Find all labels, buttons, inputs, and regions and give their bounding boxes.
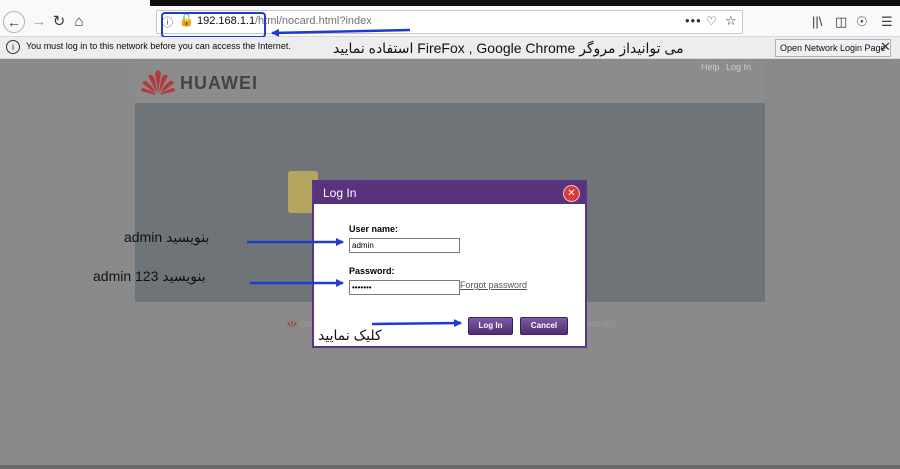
- help-link[interactable]: Help: [701, 62, 720, 72]
- click-annotation: کلیک نمایید: [318, 327, 382, 343]
- home-icon[interactable]: ⌂: [68, 10, 90, 32]
- login-dialog: Log In ✕ User name: Password: Forgot pas…: [312, 180, 587, 348]
- info-icon: i: [6, 40, 20, 54]
- cancel-button[interactable]: Cancel: [520, 317, 568, 335]
- open-network-login-button[interactable]: Open Network Login Page: [775, 39, 891, 57]
- username-label: User name:: [349, 224, 399, 234]
- login-link[interactable]: Log In: [726, 62, 751, 72]
- sidebar-icon[interactable]: ◫: [835, 14, 847, 30]
- dialog-header: Log In ✕: [314, 182, 585, 204]
- back-icon[interactable]: ←: [3, 11, 25, 33]
- password-annotation: بنویسید admin 123: [93, 268, 206, 284]
- username-input[interactable]: [349, 238, 460, 253]
- password-label: Password:: [349, 266, 395, 276]
- notification-text: You must log in to this network before y…: [26, 41, 291, 51]
- huawei-footer-logo-icon: [287, 321, 297, 328]
- browser-annotation: می توانیداز مروگر FireFox , Google Chrom…: [333, 40, 684, 56]
- dialog-title: Log In: [323, 186, 357, 200]
- url-highlight-box: [161, 12, 266, 38]
- account-icon[interactable]: ☉: [856, 14, 868, 30]
- forward-icon[interactable]: →: [28, 10, 50, 32]
- page-actions-icon[interactable]: •••: [685, 13, 702, 28]
- pocket-icon[interactable]: ♡: [706, 14, 717, 28]
- library-icon[interactable]: ||\: [812, 14, 822, 29]
- router-header: HUAWEI Help Log In: [135, 59, 765, 103]
- menu-icon[interactable]: ☰: [881, 14, 893, 30]
- brand-name: HUAWEI: [180, 73, 258, 93]
- bookmark-star-icon[interactable]: ☆: [725, 13, 737, 29]
- password-input[interactable]: [349, 280, 460, 295]
- huawei-logo-icon: [141, 70, 175, 95]
- close-icon[interactable]: ✕: [563, 185, 580, 202]
- username-annotation: بنویسید admin: [124, 229, 210, 245]
- reload-icon[interactable]: ↻: [48, 10, 70, 32]
- forgot-password-link[interactable]: Forgot password: [460, 280, 527, 290]
- taskbar-edge: [0, 465, 900, 469]
- close-icon[interactable]: ✕: [880, 39, 891, 55]
- footer-text-left: Co: [300, 319, 312, 329]
- login-button[interactable]: Log In: [468, 317, 513, 335]
- browser-toolbar: ← → ↻ ⌂ ⓘ 🔓 192.168.1.1 /html/nocard.htm…: [0, 6, 900, 37]
- footer-text-right: aderi65: [586, 319, 617, 329]
- url-path: /html/nocard.html?index: [255, 15, 372, 27]
